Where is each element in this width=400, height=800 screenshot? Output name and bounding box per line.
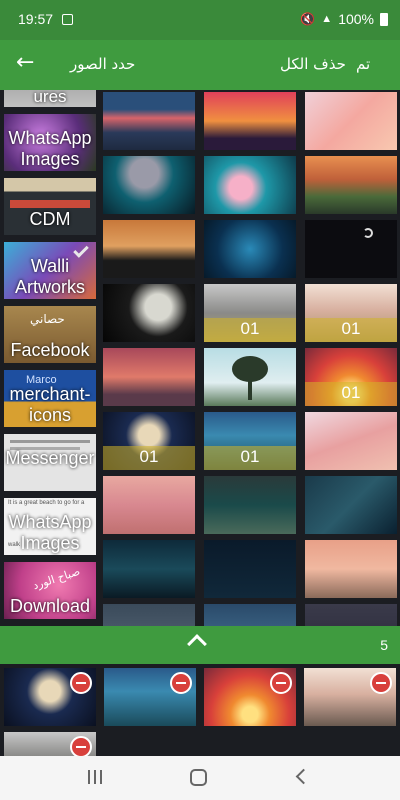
photo-thumbnail[interactable]	[103, 92, 195, 150]
photo-thumbnail[interactable]	[305, 156, 397, 214]
selection-panel-header[interactable]: 5	[0, 626, 400, 664]
signal-icon: ▲	[321, 13, 333, 25]
album-label: merchant-icons	[9, 384, 91, 425]
album-label: WhatsApp Images	[8, 128, 92, 169]
done-button[interactable]: تم	[356, 55, 370, 73]
album-list[interactable]: ures WhatsApp Images CDM Walli Artworks …	[0, 90, 100, 626]
album-item[interactable]: It is a great beach to go for a walk Wha…	[4, 498, 96, 555]
album-item[interactable]: Messenger	[4, 434, 96, 491]
photo-thumbnail[interactable]: 01	[204, 412, 296, 470]
photo-thumbnail[interactable]: 01	[204, 284, 296, 342]
album-item[interactable]: Walli Artworks	[4, 242, 96, 299]
album-overlay-text: صباح الورد	[31, 564, 82, 593]
selected-photo[interactable]	[4, 668, 96, 726]
photo-grid[interactable]: 01 01 01 01 01	[103, 90, 400, 626]
photo-thumbnail[interactable]	[305, 412, 397, 470]
mute-icon: 🔇	[300, 12, 316, 26]
selected-photo[interactable]	[104, 668, 196, 726]
album-item[interactable]: CDM	[4, 178, 96, 235]
photo-thumbnail[interactable]	[305, 220, 397, 278]
photo-thumbnail[interactable]	[204, 92, 296, 150]
photo-thumbnail[interactable]	[204, 476, 296, 534]
photo-thumbnail[interactable]	[103, 284, 195, 342]
photo-thumbnail[interactable]	[305, 476, 397, 534]
status-time: 19:57	[18, 11, 54, 27]
delete-all-button[interactable]: حذف الكل	[280, 55, 346, 73]
photo-thumbnail[interactable]	[305, 92, 397, 150]
selected-photo[interactable]	[304, 668, 396, 726]
album-label: CDM	[29, 209, 71, 229]
album-item[interactable]: Marco merchant-icons	[4, 370, 96, 427]
album-label: Facebook	[10, 340, 90, 360]
remove-circle-icon[interactable]	[70, 736, 92, 756]
photo-thumbnail[interactable]	[204, 348, 296, 406]
album-overlay-text: It is a great beach to go for a	[8, 500, 85, 506]
photo-thumbnail[interactable]	[103, 348, 195, 406]
photo-thumbnail[interactable]	[103, 540, 195, 598]
photo-thumbnail[interactable]	[305, 604, 397, 626]
selected-photos-tray	[0, 664, 400, 756]
photo-thumbnail[interactable]: 01	[305, 284, 397, 342]
photo-thumbnail[interactable]	[204, 156, 296, 214]
remove-circle-icon[interactable]	[70, 672, 92, 694]
album-label: WhatsApp Images	[8, 512, 92, 553]
battery-icon	[380, 12, 388, 26]
photo-thumbnail[interactable]	[103, 220, 195, 278]
remove-circle-icon[interactable]	[170, 672, 192, 694]
album-label: Download	[9, 596, 91, 616]
page-title: حدد الصور	[70, 55, 136, 73]
album-overlay-text: حصاني	[30, 312, 65, 326]
album-label: Messenger	[5, 448, 95, 468]
photo-thumbnail[interactable]	[204, 604, 296, 626]
status-bar: 19:57 🔇 ▲ 100%	[0, 0, 400, 40]
selected-count: 5	[380, 637, 388, 653]
photo-thumbnail[interactable]	[103, 156, 195, 214]
remove-circle-icon[interactable]	[370, 672, 392, 694]
album-label: ures	[33, 90, 67, 106]
arrow-back-icon[interactable]: ←	[16, 50, 34, 75]
selected-photo[interactable]	[204, 668, 296, 726]
battery-percent: 100%	[338, 11, 374, 27]
album-item[interactable]: WhatsApp Images	[4, 114, 96, 171]
album-label: Walli Artworks	[14, 256, 85, 297]
photo-thumbnail[interactable]: 01	[103, 412, 195, 470]
album-item[interactable]: صباح الورد Download	[4, 562, 96, 619]
recents-icon[interactable]	[88, 770, 104, 784]
album-item[interactable]: حصاني Facebook	[4, 306, 96, 363]
photo-thumbnail[interactable]	[305, 540, 397, 598]
gallery-notification-icon	[62, 14, 73, 25]
back-icon[interactable]	[295, 768, 312, 785]
photo-thumbnail[interactable]	[204, 220, 296, 278]
remove-circle-icon[interactable]	[270, 672, 292, 694]
app-bar: ← حدد الصور حذف الكل تم	[0, 40, 400, 90]
photo-thumbnail[interactable]	[103, 604, 195, 626]
home-icon[interactable]	[190, 769, 207, 786]
photo-thumbnail[interactable]	[204, 540, 296, 598]
selected-photo[interactable]	[4, 732, 96, 756]
album-item[interactable]: ures	[4, 90, 96, 107]
photo-thumbnail[interactable]: 01	[305, 348, 397, 406]
system-nav-bar	[0, 756, 400, 800]
chevron-up-icon[interactable]	[187, 634, 207, 654]
photo-thumbnail[interactable]	[103, 476, 195, 534]
